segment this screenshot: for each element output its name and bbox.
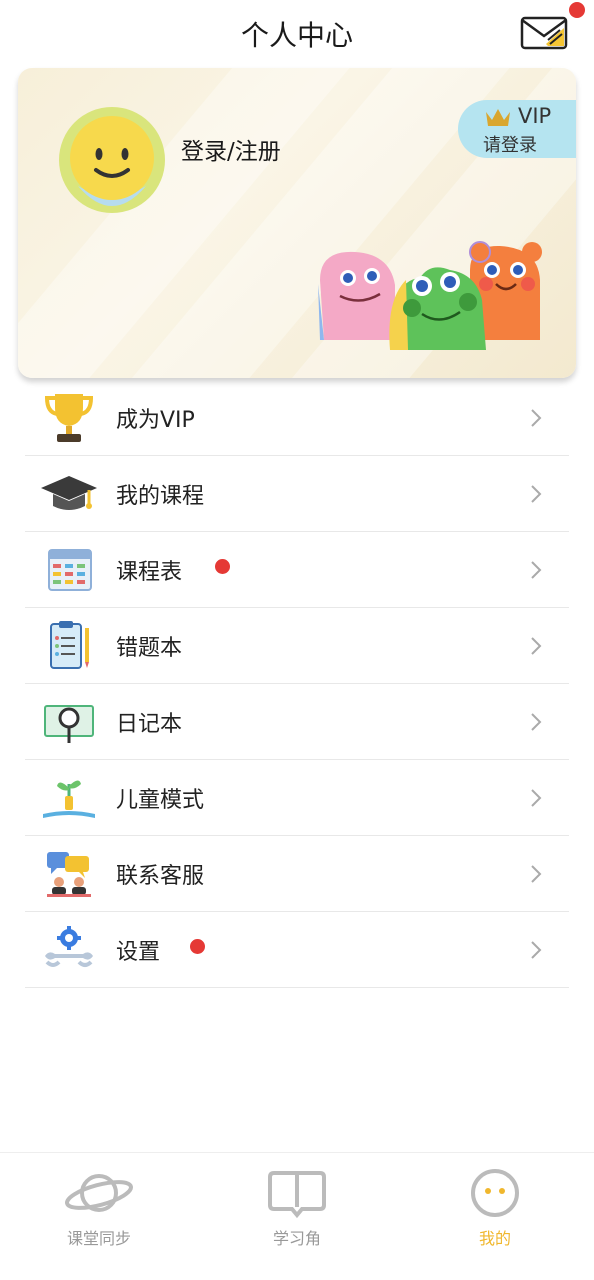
trophy-icon: [39, 390, 99, 446]
menu-item-kids-mode[interactable]: 儿童模式: [25, 760, 569, 836]
menu-label: 日记本: [116, 712, 183, 737]
bottom-tab-bar: 课堂同步 学习角 我的: [0, 1152, 594, 1280]
menu-label: 成为VIP: [116, 408, 195, 433]
chevron-right-icon: [529, 939, 543, 961]
calendar-icon: [39, 542, 99, 598]
smiley-icon: [460, 1167, 530, 1219]
magnifier-book-icon: [39, 694, 99, 750]
menu-item-mistake-book[interactable]: 错题本: [25, 608, 569, 684]
menu-item-vip[interactable]: 成为VIP: [25, 380, 569, 456]
tab-label: 课堂同步: [66, 1229, 131, 1248]
sprout-book-icon: [39, 770, 99, 826]
clipboard-icon: [39, 618, 99, 674]
chevron-right-icon: [529, 787, 543, 809]
menu-item-customer-service[interactable]: 联系客服: [25, 836, 569, 912]
tab-study-corner[interactable]: 学习角: [198, 1153, 396, 1280]
tab-label: 学习角: [272, 1229, 321, 1248]
planet-icon: [64, 1167, 134, 1219]
chat-support-icon: [39, 846, 99, 902]
mascot-illustration: [310, 240, 550, 350]
menu-label: 联系客服: [116, 864, 205, 889]
menu-label: 儿童模式: [116, 788, 205, 813]
tab-label: 我的: [478, 1229, 511, 1248]
menu-list: 成为VIP 我的课程 课程表 错题本 日记本 儿童模式 联系客服 设置: [25, 380, 569, 988]
vip-badge[interactable]: VIP 请登录: [458, 100, 576, 158]
menu-label: 错题本: [116, 636, 183, 661]
menu-item-timetable[interactable]: 课程表: [25, 532, 569, 608]
menu-label: 我的课程: [116, 484, 205, 509]
crown-icon: [484, 106, 512, 128]
vip-title: VIP: [518, 104, 552, 128]
chevron-right-icon: [529, 863, 543, 885]
menu-item-settings[interactable]: 设置: [25, 912, 569, 988]
chevron-right-icon: [529, 559, 543, 581]
chevron-right-icon: [529, 407, 543, 429]
chevron-right-icon: [529, 635, 543, 657]
menu-item-diary[interactable]: 日记本: [25, 684, 569, 760]
gear-wrench-icon: [39, 922, 99, 978]
page-title: 个人中心: [240, 19, 353, 52]
menu-item-my-courses[interactable]: 我的课程: [25, 456, 569, 532]
avatar[interactable]: [58, 106, 166, 214]
mail-icon[interactable]: [520, 14, 568, 50]
notification-dot: [190, 939, 205, 954]
chevron-right-icon: [529, 711, 543, 733]
tab-classroom-sync[interactable]: 课堂同步: [0, 1153, 198, 1280]
notification-dot: [215, 559, 230, 574]
graduation-cap-icon: [39, 466, 99, 522]
book-icon: [262, 1167, 332, 1219]
login-register-link[interactable]: 登录/注册: [181, 132, 281, 166]
header: 个人中心: [0, 0, 594, 66]
menu-label: 设置: [116, 940, 161, 965]
profile-card: 登录/注册 VIP 请登录: [18, 68, 576, 378]
chevron-right-icon: [529, 483, 543, 505]
tab-mine[interactable]: 我的: [396, 1153, 594, 1280]
mail-notification-dot: [569, 2, 585, 18]
vip-subtitle: 请登录: [483, 135, 537, 156]
menu-label: 课程表: [116, 560, 183, 585]
